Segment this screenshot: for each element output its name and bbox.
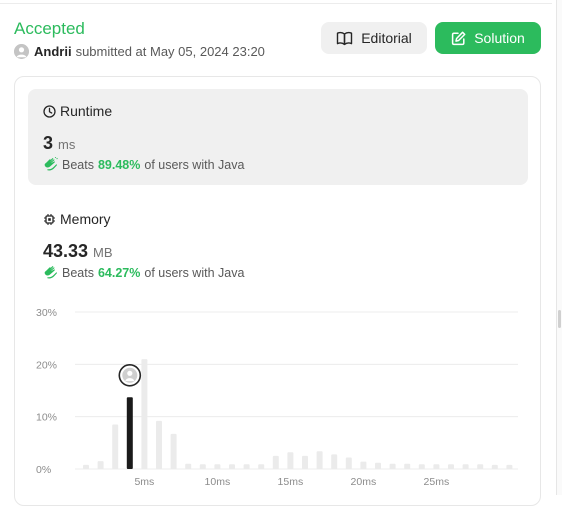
chart-bar[interactable] bbox=[448, 464, 454, 469]
chart-bar[interactable] bbox=[404, 463, 411, 469]
chart-bar[interactable] bbox=[302, 455, 308, 469]
chart-bar[interactable] bbox=[214, 464, 221, 469]
chart-bar[interactable] bbox=[477, 464, 484, 469]
chart-x-tick-label: 15ms bbox=[278, 476, 304, 488]
chart-bar-selected[interactable] bbox=[126, 397, 133, 469]
chart-bar[interactable] bbox=[243, 464, 250, 469]
chart-bar[interactable] bbox=[506, 464, 513, 469]
chart-bar[interactable] bbox=[156, 420, 162, 469]
chart-y-tick-label: 10% bbox=[36, 412, 57, 424]
chart-bar[interactable] bbox=[375, 462, 381, 469]
chart-x-tick-label: 5ms bbox=[134, 476, 154, 488]
memory-distribution-chart: 0% 10% 20% 30% 5ms 10ms 15ms 20ms 25ms bbox=[0, 0, 562, 495]
chart-bar[interactable] bbox=[83, 464, 89, 469]
chart-bar[interactable] bbox=[185, 463, 192, 469]
chart-y-tick-label: 30% bbox=[36, 307, 57, 319]
chart-bar[interactable] bbox=[199, 464, 206, 469]
chart-bar[interactable] bbox=[316, 451, 323, 469]
chart-bar[interactable] bbox=[229, 464, 235, 469]
chart-bar[interactable] bbox=[258, 464, 265, 469]
chart-bar[interactable] bbox=[331, 454, 338, 469]
chart-bar[interactable] bbox=[287, 452, 294, 469]
chart-bar[interactable] bbox=[170, 433, 177, 469]
chart-y-tick-label: 0% bbox=[36, 464, 51, 476]
chart-bar[interactable] bbox=[97, 461, 104, 469]
chart-bar[interactable] bbox=[491, 464, 498, 469]
chart-bar[interactable] bbox=[433, 464, 440, 469]
chart-bar[interactable] bbox=[345, 457, 352, 469]
chart-bar[interactable] bbox=[272, 455, 279, 469]
chart-bar[interactable] bbox=[418, 464, 425, 469]
memory-distribution-svg[interactable]: 0% 10% 20% 30% 5ms 10ms 15ms 20ms 25ms bbox=[0, 0, 562, 495]
chart-x-tick-label: 25ms bbox=[424, 476, 450, 488]
chart-x-tick-label: 20ms bbox=[351, 476, 377, 488]
chart-y-tick-label: 20% bbox=[36, 359, 57, 371]
selected-user-avatar-head bbox=[127, 370, 133, 376]
chart-bar[interactable] bbox=[360, 461, 367, 469]
chart-bar[interactable] bbox=[112, 424, 119, 469]
chart-x-tick-label: 10ms bbox=[205, 476, 231, 488]
chart-bar[interactable] bbox=[462, 464, 469, 469]
chart-bar[interactable] bbox=[389, 463, 396, 469]
chart-bar[interactable] bbox=[141, 359, 148, 469]
